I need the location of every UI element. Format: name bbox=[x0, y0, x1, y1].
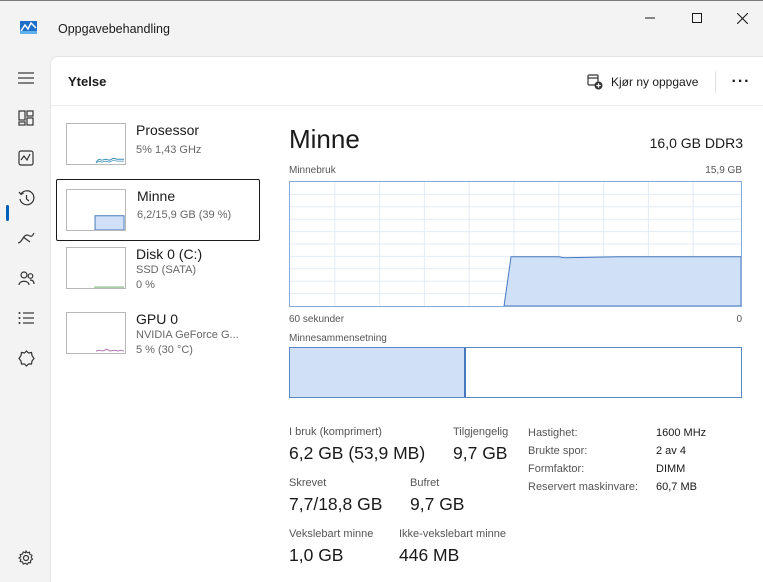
perf-item-disk[interactable]: Disk 0 (C:) SSD (SATA) 0 % bbox=[56, 242, 260, 304]
performance-icon bbox=[18, 150, 34, 166]
perf-item-memory[interactable]: Minne 6,2/15,9 GB (39 %) bbox=[56, 179, 260, 241]
in-use-label: I bruk (komprimert) bbox=[289, 426, 382, 438]
available-value: 9,7 GB bbox=[453, 443, 508, 463]
memory-detail-panel: Minne 16,0 GB DDR3 Minnebruk 15,9 GB 60 … bbox=[273, 107, 763, 582]
nonpaged-pool-label: Ikke-vekslebart minne bbox=[399, 528, 506, 540]
page-header: Ytelse Kjør ny oppgave ··· bbox=[51, 57, 763, 106]
header-divider bbox=[715, 71, 716, 93]
nav-item-app-history[interactable] bbox=[6, 181, 46, 215]
committed-value: 7,7/18,8 GB bbox=[289, 494, 383, 514]
in-use-value: 6,2 GB (53,9 MB) bbox=[289, 443, 426, 463]
usage-graph-max: 15,9 GB bbox=[705, 165, 742, 176]
nav-item-services[interactable] bbox=[6, 341, 46, 375]
property-slots-value: 2 av 4 bbox=[656, 445, 686, 457]
time-axis-end: 0 bbox=[736, 314, 742, 325]
run-new-task-button[interactable]: Kjør ny oppgave bbox=[581, 69, 711, 95]
processes-icon bbox=[18, 110, 34, 126]
cached-value: 9,7 GB bbox=[410, 494, 465, 514]
time-axis-label: 60 sekunder bbox=[289, 314, 345, 325]
memory-spec: 16,0 GB DDR3 bbox=[649, 135, 743, 151]
paged-pool-label: Vekslebart minne bbox=[289, 528, 374, 540]
composition-label: Minnesammensetning bbox=[289, 333, 387, 344]
perf-item-name: Disk 0 (C:) bbox=[136, 246, 203, 262]
perf-item-name: Minne bbox=[137, 188, 176, 204]
minimize-icon bbox=[645, 17, 655, 19]
property-reserved-key: Reservert maskinvare: bbox=[528, 481, 639, 493]
window-title: Oppgavebehandling bbox=[58, 22, 170, 36]
paged-pool-value: 1,0 GB bbox=[289, 545, 344, 565]
navigation-rail bbox=[0, 55, 50, 582]
nav-item-performance[interactable] bbox=[6, 141, 46, 175]
property-speed-value: 1600 MHz bbox=[656, 427, 707, 439]
users-icon bbox=[17, 271, 35, 286]
cached-label: Bufret bbox=[410, 477, 440, 489]
nav-item-processes[interactable] bbox=[6, 101, 46, 135]
close-button[interactable] bbox=[719, 5, 763, 31]
perf-item-detail: NVIDIA GeForce G... bbox=[136, 329, 239, 341]
committed-label: Skrevet bbox=[289, 477, 327, 489]
nav-item-details[interactable] bbox=[6, 301, 46, 335]
main-content: Ytelse Kjør ny oppgave ··· Prosessor 5% … bbox=[50, 56, 763, 582]
perf-item-detail: 5% 1,43 GHz bbox=[136, 144, 202, 156]
minimize-button[interactable] bbox=[627, 5, 673, 31]
property-form-factor-key: Formfaktor: bbox=[528, 463, 585, 475]
startup-apps-icon bbox=[17, 232, 35, 244]
memory-usage-area bbox=[503, 256, 741, 306]
property-reserved-value: 60,7 MB bbox=[656, 481, 697, 493]
close-icon bbox=[736, 12, 748, 24]
hamburger-menu-icon bbox=[18, 72, 34, 84]
gpu-thumbnail-graph bbox=[66, 312, 126, 354]
settings-icon bbox=[18, 550, 34, 566]
nav-menu-button[interactable] bbox=[6, 61, 46, 95]
resource-title: Minne bbox=[289, 124, 360, 154]
nonpaged-pool-value: 446 MB bbox=[399, 545, 460, 565]
details-icon bbox=[18, 312, 34, 324]
perf-item-detail: 6,2/15,9 GB (39 %) bbox=[137, 209, 232, 221]
perf-item-detail: SSD (SATA) bbox=[136, 264, 197, 276]
perf-item-name: Prosessor bbox=[136, 122, 200, 138]
available-label: Tilgjengelig bbox=[453, 426, 509, 438]
nav-item-startup-apps[interactable] bbox=[6, 221, 46, 255]
nav-item-users[interactable] bbox=[6, 261, 46, 295]
perf-item-detail-secondary: 0 % bbox=[136, 279, 155, 291]
task-manager-window: Oppgavebehandling Ytelse Kjør ny oppgave… bbox=[0, 0, 763, 582]
memory-usage-graph bbox=[289, 181, 742, 307]
perf-item-processor[interactable]: Prosessor 5% 1,43 GHz bbox=[56, 118, 260, 180]
perf-item-detail-secondary: 5 % (30 °C) bbox=[136, 344, 193, 356]
property-slots-key: Brukte spor: bbox=[528, 445, 588, 457]
maximize-button[interactable] bbox=[674, 5, 720, 31]
more-options-button[interactable]: ··· bbox=[727, 69, 755, 95]
composition-in-use-segment bbox=[290, 348, 466, 397]
property-form-factor-value: DIMM bbox=[656, 463, 686, 475]
more-options-icon: ··· bbox=[731, 73, 751, 90]
run-new-task-label: Kjør ny oppgave bbox=[611, 75, 699, 89]
disk-thumbnail-graph bbox=[66, 247, 126, 289]
page-title: Ytelse bbox=[68, 74, 107, 89]
processor-thumbnail-graph bbox=[66, 123, 126, 165]
maximize-icon bbox=[692, 13, 702, 23]
app-history-icon bbox=[18, 189, 34, 205]
perf-item-gpu[interactable]: GPU 0 NVIDIA GeForce G... 5 % (30 °C) bbox=[56, 307, 260, 369]
property-speed-key: Hastighet: bbox=[528, 427, 578, 439]
new-task-icon bbox=[587, 74, 603, 90]
usage-graph-label: Minnebruk bbox=[289, 165, 336, 176]
performance-list: Prosessor 5% 1,43 GHz Minne 6,2/15,9 GB … bbox=[51, 107, 273, 582]
memory-composition-bar bbox=[289, 347, 742, 398]
title-bar[interactable]: Oppgavebehandling bbox=[0, 1, 763, 55]
nav-item-settings[interactable] bbox=[6, 541, 46, 575]
services-icon bbox=[17, 349, 35, 367]
perf-item-name: GPU 0 bbox=[136, 311, 179, 327]
task-manager-app-icon bbox=[20, 21, 37, 34]
memory-thumbnail-graph bbox=[66, 189, 126, 231]
